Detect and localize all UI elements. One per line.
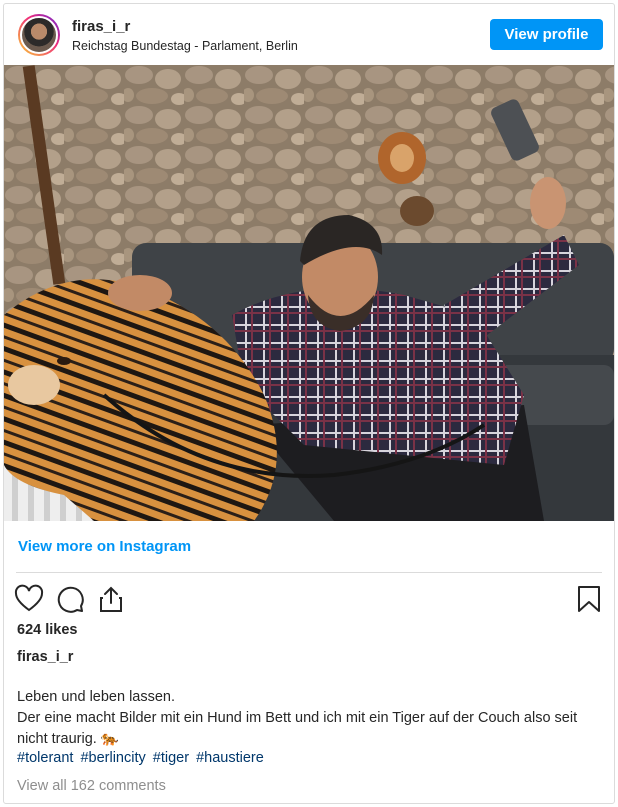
share-icon[interactable] (96, 584, 126, 614)
hashtag-link[interactable]: #haustiere (196, 750, 264, 766)
avatar[interactable] (18, 14, 60, 56)
heart-icon[interactable] (14, 584, 44, 614)
divider (16, 572, 602, 573)
caption: Leben und leben lassen. Der eine macht B… (17, 687, 607, 750)
action-bar (4, 580, 614, 620)
post-photo[interactable] (4, 65, 614, 521)
view-comments-link[interactable]: View all 162 comments (17, 778, 166, 794)
caption-username[interactable]: firas_i_r (17, 649, 73, 665)
username[interactable]: firas_i_r (72, 18, 130, 35)
hashtag-link[interactable]: #berlincity (80, 750, 145, 766)
view-more-link[interactable]: View more on Instagram (18, 538, 191, 555)
caption-line: Leben und leben lassen. (17, 689, 176, 705)
hashtag-link[interactable]: #tolerant (17, 750, 73, 766)
caption-line: Der eine macht Bilder mit ein Hund im Be… (17, 710, 578, 747)
instagram-embed-card: firas_i_r Reichstag Bundestag - Parlamen… (3, 3, 615, 804)
avatar-image (20, 16, 58, 54)
post-photo-illustration (4, 65, 614, 521)
hashtags: #tolerant #berlincity #tiger #haustiere (17, 750, 267, 766)
post-header: firas_i_r Reichstag Bundestag - Parlamen… (4, 4, 614, 66)
likes-count[interactable]: 624 likes (17, 622, 77, 638)
bookmark-icon[interactable] (574, 584, 604, 614)
comment-bubble-icon[interactable] (55, 584, 85, 614)
view-profile-button[interactable]: View profile (490, 19, 603, 50)
location[interactable]: Reichstag Bundestag - Parlament, Berlin (72, 39, 298, 53)
hashtag-link[interactable]: #tiger (153, 750, 189, 766)
